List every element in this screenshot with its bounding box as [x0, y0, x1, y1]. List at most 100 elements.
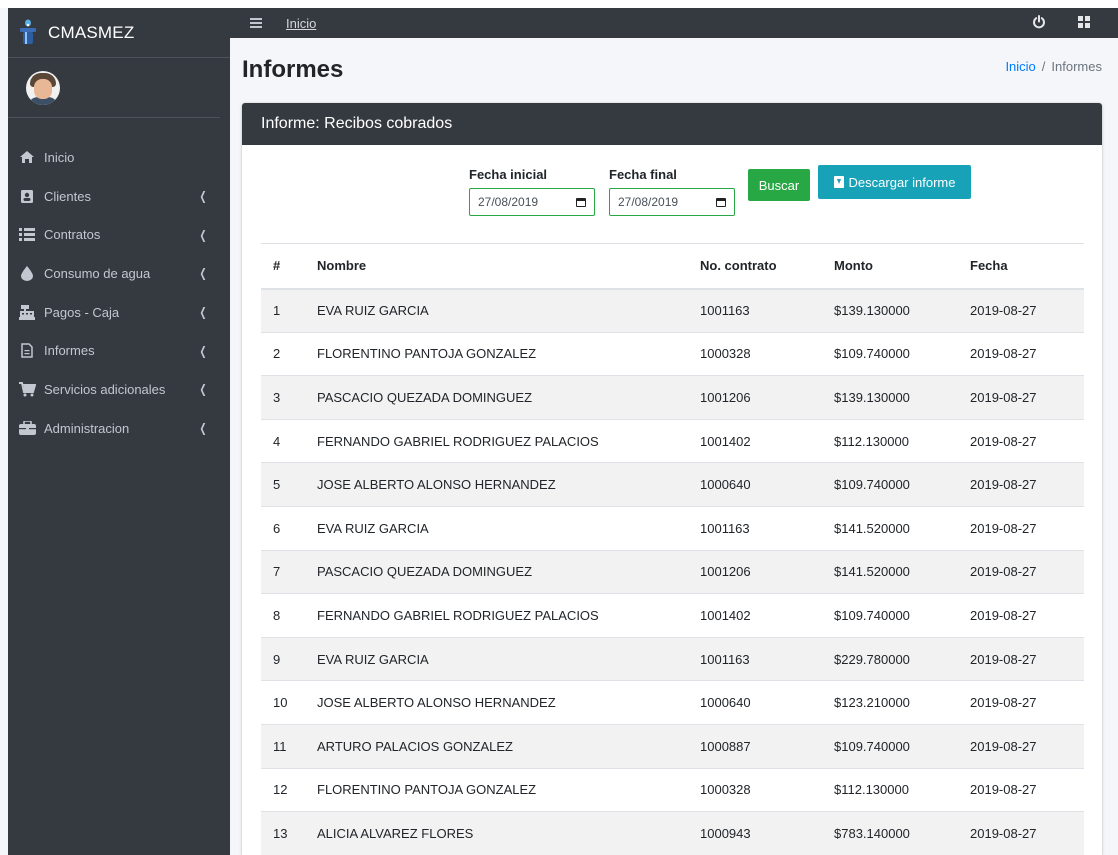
table-row[interactable]: 5 JOSE ALBERTO ALONSO HERNANDEZ 1000640 $10… [261, 462, 1084, 507]
table-row[interactable]: 4 FERNANDO GABRIEL RODRIGUEZ PALACIOS 1001… [261, 418, 1084, 463]
table-row[interactable]: 11 ARTURO PALACIOS GONZALEZ 1000887 $109.74… [261, 723, 1084, 769]
cell-num: 9 [261, 636, 305, 681]
cell-num: 4 [261, 418, 305, 463]
card-title: Informe: Recibos cobrados [242, 103, 1102, 145]
report-table: # Nombre No. contrato Monto Fecha 1 EVA R… [261, 243, 1084, 855]
breadcrumb-separator: / [1041, 59, 1046, 74]
cell-nombre: FERNANDO GABRIEL RODRIGUEZ PALACIOS [305, 593, 688, 638]
table-row[interactable]: 8 FERNANDO GABRIEL RODRIGUEZ PALACIOS 1001… [261, 593, 1084, 638]
table-row[interactable]: 2 FLORENTINO PANTOJA GONZALEZ 1000328 $109.… [261, 331, 1084, 376]
table-row[interactable]: 3 PASCACIO QUEZADA DOMINGUEZ 1001206 $139.1… [261, 375, 1084, 420]
sidebar: CMASMEZ Inicio Clientes ❮ Contratos ❮ Co… [8, 8, 230, 855]
cell-nombre: PASCACIO QUEZADA DOMINGUEZ [305, 549, 688, 594]
cell-num: 1 [261, 288, 305, 333]
hamburger-menu-icon[interactable] [250, 18, 262, 28]
cell-monto: $139.130000 [822, 375, 958, 420]
sidebar-item-contratos[interactable]: Contratos ❮ [8, 215, 230, 254]
table-row[interactable]: 9 EVA RUIZ GARCIA 1001163 $229.780000 2019-0… [261, 636, 1084, 681]
cell-contrato: 1001163 [688, 288, 822, 333]
cell-num: 2 [261, 331, 305, 376]
chevron-left-icon: ❮ [199, 227, 207, 242]
cell-num: 12 [261, 767, 305, 812]
cart-icon [18, 381, 36, 397]
table-row[interactable]: 10 JOSE ALBERTO ALONSO HERNANDEZ 1000640 $1… [261, 680, 1084, 725]
sidebar-item-administracion[interactable]: Administracion ❮ [8, 409, 230, 448]
cell-nombre: ALICIA ALVAREZ FLORES [305, 811, 688, 855]
cell-contrato: 1000640 [688, 462, 822, 507]
column-header-fecha[interactable]: Fecha [958, 243, 1084, 290]
table-row[interactable]: 7 PASCACIO QUEZADA DOMINGUEZ 1001206 $141.5… [261, 549, 1084, 594]
cell-contrato: 1001163 [688, 636, 822, 681]
fecha-inicial-input[interactable]: 27/08/2019 [469, 188, 595, 216]
cell-monto: $112.130000 [822, 418, 958, 463]
window-top-strip [0, 0, 1118, 8]
cell-monto: $109.740000 [822, 462, 958, 507]
table-row[interactable]: 6 EVA RUIZ GARCIA 1001163 $141.520000 2019-0… [261, 505, 1084, 551]
home-icon [18, 149, 36, 165]
list-icon [18, 227, 36, 243]
cell-monto: $141.520000 [822, 549, 958, 594]
fecha-inicial-label: Fecha inicial [469, 167, 548, 182]
cell-contrato: 1001402 [688, 593, 822, 638]
table-row[interactable]: 13 ALICIA ALVAREZ FLORES 1000943 $783.14000… [261, 811, 1084, 855]
brand-link[interactable]: CMASMEZ [8, 8, 230, 58]
descargar-informe-label: Descargar informe [848, 174, 956, 190]
topbar-home-link[interactable]: Inicio [286, 16, 316, 31]
breadcrumb-current: Informes [1051, 59, 1102, 74]
sidebar-item-pagos-caja[interactable]: Pagos - Caja ❮ [8, 293, 230, 332]
cell-contrato: 1000640 [688, 680, 822, 725]
calendar-icon[interactable] [576, 197, 586, 207]
calendar-icon[interactable] [716, 197, 726, 207]
cell-fecha: 2019-08-27 [958, 767, 1084, 812]
buscar-button[interactable]: Buscar [748, 169, 810, 201]
cell-contrato: 1001402 [688, 418, 822, 463]
descargar-informe-button[interactable]: Descargar informe [818, 165, 971, 199]
cell-nombre: PASCACIO QUEZADA DOMINGUEZ [305, 375, 688, 420]
sidebar-item-informes[interactable]: Informes ❮ [8, 331, 230, 370]
cell-nombre: FERNANDO GABRIEL RODRIGUEZ PALACIOS [305, 418, 688, 463]
sidebar-item-clientes[interactable]: Clientes ❮ [8, 177, 230, 216]
file-download-icon [833, 176, 844, 188]
table-row[interactable]: 12 FLORENTINO PANTOJA GONZALEZ 1000328 $112… [261, 767, 1084, 812]
user-panel [8, 58, 220, 118]
power-icon[interactable] [1032, 15, 1046, 29]
cell-contrato: 1000328 [688, 331, 822, 376]
cash-register-icon [18, 304, 36, 320]
sidebar-item-consumo-de-agua[interactable]: Consumo de agua ❮ [8, 254, 230, 293]
cell-num: 5 [261, 462, 305, 507]
chevron-left-icon: ❮ [199, 382, 207, 397]
column-header-num[interactable]: # [261, 243, 305, 290]
cell-nombre: EVA RUIZ GARCIA [305, 288, 688, 333]
cell-monto: $783.140000 [822, 811, 958, 855]
cell-fecha: 2019-08-27 [958, 811, 1084, 855]
cell-nombre: JOSE ALBERTO ALONSO HERNANDEZ [305, 680, 688, 725]
chevron-left-icon: ❮ [199, 189, 207, 204]
fecha-final-input[interactable]: 27/08/2019 [609, 188, 735, 216]
column-header-monto[interactable]: Monto [822, 243, 958, 290]
sidebar-item-servicios-adicionales[interactable]: Servicios adicionales ❮ [8, 370, 230, 409]
contact-card-icon [18, 188, 36, 204]
table-row[interactable]: 1 EVA RUIZ GARCIA 1001163 $139.130000 2019-0… [261, 288, 1084, 333]
apps-grid-icon[interactable] [1078, 16, 1090, 28]
cell-nombre: FLORENTINO PANTOJA GONZALEZ [305, 331, 688, 376]
cell-fecha: 2019-08-27 [958, 375, 1084, 420]
water-drop-icon [18, 265, 36, 281]
fecha-inicial-group: Fecha inicial 27/08/2019 [469, 167, 595, 216]
cell-num: 11 [261, 723, 305, 769]
logo-icon [16, 19, 40, 47]
cell-nombre: EVA RUIZ GARCIA [305, 505, 688, 551]
cell-fecha: 2019-08-27 [958, 462, 1084, 507]
fecha-final-value: 27/08/2019 [618, 195, 679, 209]
column-header-contrato[interactable]: No. contrato [688, 243, 822, 290]
sidebar-item-inicio[interactable]: Inicio [8, 138, 230, 177]
avatar[interactable] [26, 70, 60, 105]
cell-nombre: EVA RUIZ GARCIA [305, 636, 688, 681]
cell-fecha: 2019-08-27 [958, 680, 1084, 725]
cell-num: 8 [261, 593, 305, 638]
breadcrumb-home-link[interactable]: Inicio [1005, 59, 1035, 74]
cell-fecha: 2019-08-27 [958, 288, 1084, 333]
cell-contrato: 1001206 [688, 549, 822, 594]
cell-monto: $123.210000 [822, 680, 958, 725]
table-header-row: # Nombre No. contrato Monto Fecha [261, 243, 1084, 290]
column-header-nombre[interactable]: Nombre [305, 243, 688, 290]
